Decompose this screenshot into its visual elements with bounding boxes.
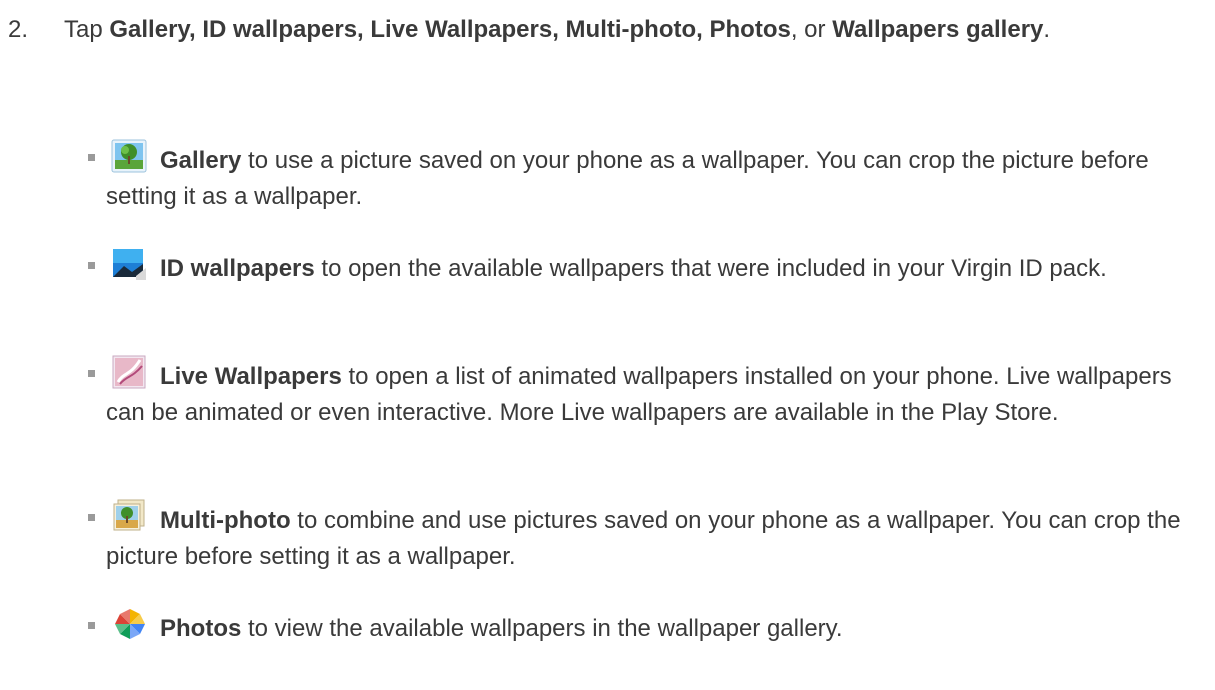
live-wallpapers-title: Live Wallpapers bbox=[160, 363, 342, 390]
multi-photo-icon bbox=[110, 498, 150, 534]
bullet-marker bbox=[88, 622, 95, 629]
step-text: Tap Gallery, ID wallpapers, Live Wallpap… bbox=[64, 12, 1180, 48]
bullet-marker bbox=[88, 154, 95, 161]
step-or-text: , or bbox=[790, 16, 826, 43]
id-wallpapers-icon bbox=[110, 246, 150, 282]
photos-title: Photos bbox=[160, 615, 242, 642]
step-period: . bbox=[1043, 16, 1051, 43]
step-wallpapers-gallery-bold: Wallpapers gallery bbox=[832, 16, 1044, 43]
document-page: 2. Tap Gallery, ID wallpapers, Live Wall… bbox=[0, 0, 1215, 690]
step-2: 2. Tap Gallery, ID wallpapers, Live Wall… bbox=[0, 12, 1180, 48]
step-number: 2. bbox=[8, 16, 29, 43]
live-wallpapers-icon bbox=[110, 354, 150, 390]
id-wallpapers-title: ID wallpapers bbox=[160, 255, 315, 282]
gallery-title: Gallery bbox=[160, 147, 242, 174]
gallery-description: to use a picture saved on your phone as … bbox=[106, 147, 1149, 210]
bullet-marker bbox=[88, 514, 95, 521]
multi-photo-title: Multi-photo bbox=[160, 507, 291, 534]
step-tap-text: Tap bbox=[64, 16, 103, 43]
gallery-icon bbox=[110, 138, 150, 174]
bullet-marker bbox=[88, 370, 95, 377]
photos-icon bbox=[110, 606, 150, 642]
photos-description: to view the available wallpapers in the … bbox=[241, 615, 843, 642]
bullet-marker bbox=[88, 262, 95, 269]
id-wallpapers-description: to open the available wallpapers that we… bbox=[314, 255, 1107, 282]
step-options-bold: Gallery, ID wallpapers, Live Wallpapers,… bbox=[109, 16, 791, 43]
